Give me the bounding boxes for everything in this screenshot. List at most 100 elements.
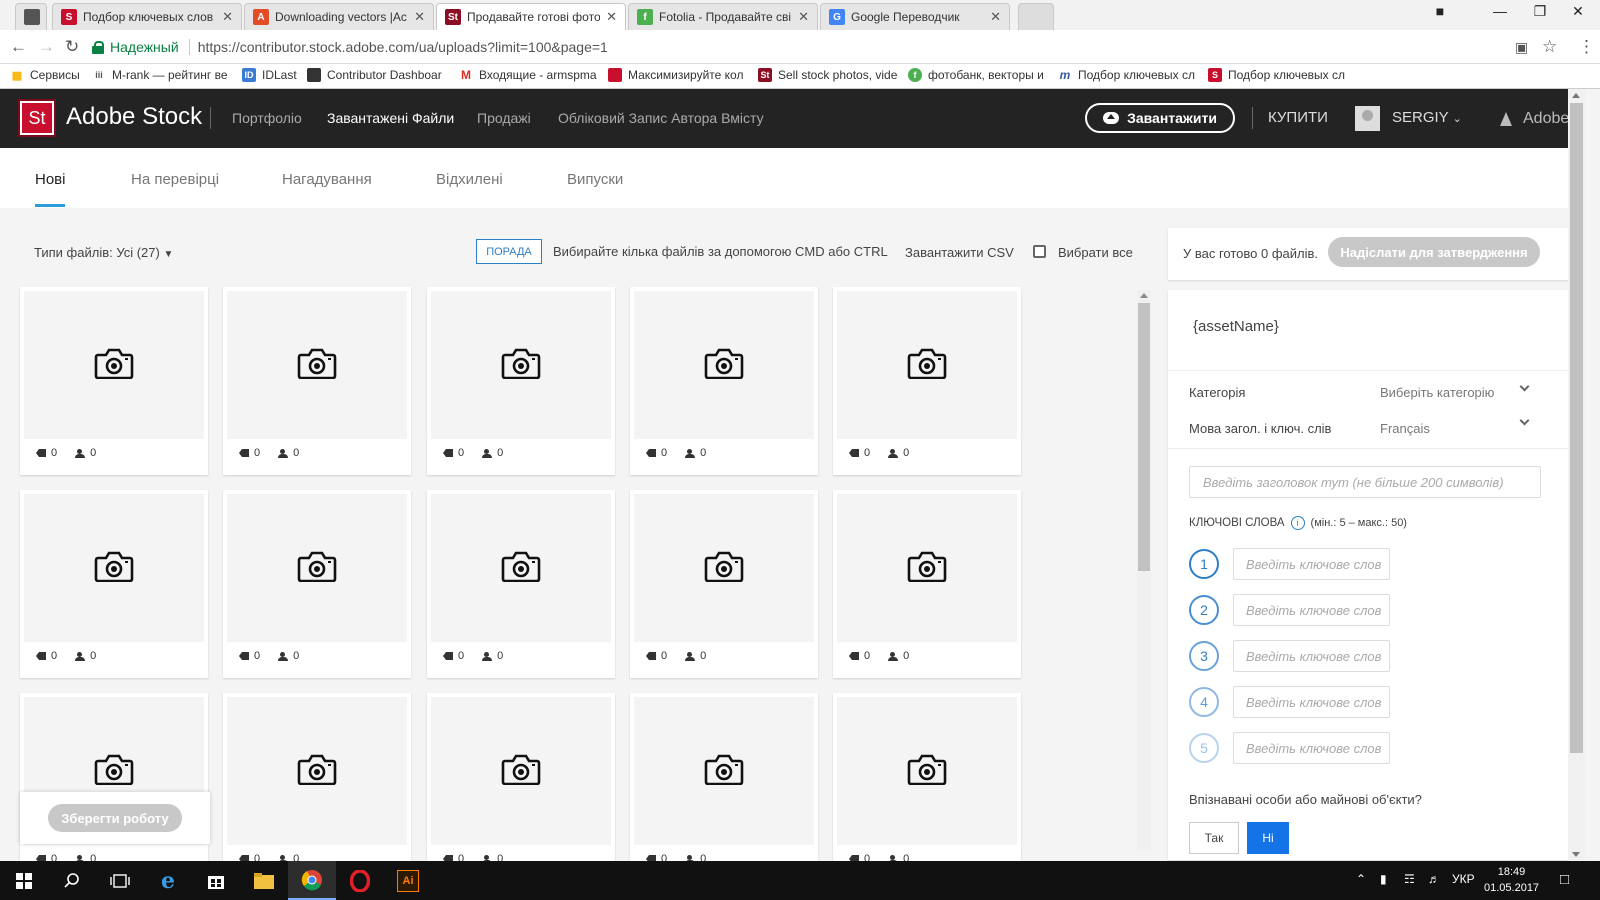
submit-for-review-button[interactable]: Надіслати для затвердження: [1328, 237, 1540, 267]
windows-start-icon[interactable]: [0, 861, 48, 900]
browser-tab-active[interactable]: St Продавайте готові фото ✕: [436, 3, 626, 30]
tab-reminders[interactable]: Нагадування: [282, 171, 372, 188]
user-menu[interactable]: SERGIY ⌄: [1392, 109, 1462, 126]
asset-card[interactable]: 00: [223, 490, 411, 678]
page-scrollbar[interactable]: [1568, 89, 1585, 861]
task-view-icon[interactable]: [96, 861, 144, 900]
volume-icon[interactable]: ♬: [1428, 872, 1440, 886]
bookmark-item[interactable]: ▦ Сервисы: [10, 68, 80, 82]
asset-thumbnail[interactable]: [634, 291, 814, 439]
nav-sales[interactable]: Продажі: [477, 110, 531, 126]
opera-icon[interactable]: [336, 861, 384, 900]
yes-button[interactable]: Так: [1189, 822, 1239, 854]
nav-uploaded-files[interactable]: Завантажені Файли: [327, 110, 454, 126]
tab-new[interactable]: Нові: [35, 171, 65, 188]
keyword-input[interactable]: [1233, 640, 1390, 672]
asset-thumbnail[interactable]: [24, 494, 204, 642]
bookmark-star-icon[interactable]: ☆: [1542, 37, 1557, 57]
omnibox[interactable]: Надежный https://contributor.stock.adobe…: [92, 34, 1482, 60]
asset-thumbnail[interactable]: [837, 291, 1017, 439]
asset-card[interactable]: 00: [630, 490, 818, 678]
asset-thumbnail[interactable]: [227, 494, 407, 642]
bookmark-item[interactable]: ID IDLast: [242, 68, 297, 82]
nav-portfolio[interactable]: Портфоліо: [232, 110, 302, 126]
bookmark-item[interactable]: f фотобанк, векторы и: [908, 68, 1048, 82]
asset-card[interactable]: 00: [630, 693, 818, 881]
language-indicator[interactable]: УКР: [1452, 872, 1475, 886]
scroll-up-icon[interactable]: [1140, 293, 1148, 298]
pinned-tab[interactable]: [15, 3, 47, 30]
tray-expand-icon[interactable]: ⌃: [1356, 872, 1366, 886]
edge-icon[interactable]: e: [144, 861, 192, 900]
search-icon[interactable]: [48, 861, 96, 900]
browser-tab[interactable]: A Downloading vectors |Ac ✕: [244, 3, 434, 30]
asset-card[interactable]: 00: [20, 693, 208, 881]
asset-card[interactable]: 00: [833, 287, 1021, 475]
save-work-button[interactable]: Зберегти роботу: [48, 804, 182, 832]
asset-thumbnail[interactable]: [227, 291, 407, 439]
asset-card[interactable]: 00: [223, 693, 411, 881]
page-scrollbar-thumb[interactable]: [1570, 103, 1583, 753]
tab-rejected[interactable]: Відхилені: [436, 171, 503, 188]
download-csv-link[interactable]: Завантажити CSV: [905, 245, 1014, 260]
info-icon[interactable]: i: [1290, 516, 1305, 530]
bookmark-item[interactable]: m Подбор ключевых сл: [1058, 68, 1198, 82]
asset-card[interactable]: 00: [630, 287, 818, 475]
brand-name[interactable]: Adobe Stock: [66, 103, 202, 131]
close-tab-icon[interactable]: ✕: [222, 9, 233, 25]
bookmark-item[interactable]: Максимизируйте кол: [608, 68, 748, 82]
avatar[interactable]: [1355, 106, 1380, 131]
asset-card[interactable]: 00: [427, 490, 615, 678]
select-all-checkbox[interactable]: [1033, 245, 1046, 258]
translate-icon[interactable]: ▣: [1515, 39, 1528, 56]
restore-icon[interactable]: ❐: [1520, 3, 1560, 20]
clock[interactable]: 18:49 01.05.2017: [1484, 864, 1539, 896]
asset-card[interactable]: 00: [427, 287, 615, 475]
bookmark-item[interactable]: S Подбор ключевых сл: [1208, 68, 1348, 82]
chevron-down-icon[interactable]: [1519, 381, 1530, 392]
reload-icon[interactable]: ↻: [65, 37, 79, 57]
asset-thumbnail[interactable]: [227, 697, 407, 845]
asset-thumbnail[interactable]: [431, 291, 611, 439]
notifications-icon[interactable]: □: [1560, 871, 1569, 888]
minimize-icon[interactable]: —: [1480, 3, 1520, 19]
forward-icon[interactable]: →: [38, 37, 55, 57]
asset-thumbnail[interactable]: [634, 697, 814, 845]
asset-card[interactable]: 00: [833, 693, 1021, 881]
asset-thumbnail[interactable]: [24, 291, 204, 439]
menu-icon[interactable]: ⋮: [1578, 37, 1595, 57]
url-text[interactable]: https://contributor.stock.adobe.com/ua/u…: [198, 39, 608, 55]
title-input[interactable]: [1189, 466, 1541, 498]
asset-thumbnail[interactable]: [634, 494, 814, 642]
close-tab-icon[interactable]: ✕: [606, 9, 617, 25]
nav-contributor-account[interactable]: Обліковий Запис Автора Вмісту: [558, 110, 764, 126]
bookmark-item[interactable]: iii M-rank — рейтинг ве: [92, 68, 232, 82]
language-select[interactable]: Français: [1380, 421, 1430, 436]
user-icon[interactable]: ■: [1420, 3, 1460, 19]
back-icon[interactable]: ←: [10, 37, 27, 57]
close-tab-icon[interactable]: ✕: [798, 9, 809, 25]
close-tab-icon[interactable]: ✕: [990, 9, 1001, 25]
scroll-up-icon[interactable]: [1572, 93, 1580, 98]
keyword-input[interactable]: [1233, 732, 1390, 764]
browser-tab[interactable]: S Подбор ключевых слов ✕: [52, 3, 242, 30]
keyword-input[interactable]: [1233, 548, 1390, 580]
browser-tab[interactable]: G Google Переводчик ✕: [820, 3, 1010, 30]
asset-thumbnail[interactable]: [837, 697, 1017, 845]
asset-card[interactable]: 00: [20, 490, 208, 678]
buy-link[interactable]: КУПИТИ: [1268, 109, 1328, 126]
no-button[interactable]: Ні: [1247, 822, 1289, 854]
illustrator-icon[interactable]: Ai: [384, 861, 432, 900]
asset-thumbnail[interactable]: [431, 494, 611, 642]
chrome-icon[interactable]: [288, 861, 336, 900]
asset-card[interactable]: 00: [833, 490, 1021, 678]
chevron-down-icon[interactable]: [1519, 415, 1530, 426]
bookmark-item[interactable]: St Sell stock photos, vide: [758, 68, 898, 82]
file-type-filter[interactable]: Типи файлів: Усі (27) ▼: [34, 245, 173, 260]
adobe-stock-logo[interactable]: St: [18, 99, 56, 137]
asset-card[interactable]: 00: [20, 287, 208, 475]
grid-scrollbar[interactable]: [1137, 290, 1151, 850]
adobe-link[interactable]: Adobe: [1500, 110, 1569, 128]
asset-thumbnail[interactable]: [431, 697, 611, 845]
wifi-icon[interactable]: ☶: [1404, 872, 1415, 886]
